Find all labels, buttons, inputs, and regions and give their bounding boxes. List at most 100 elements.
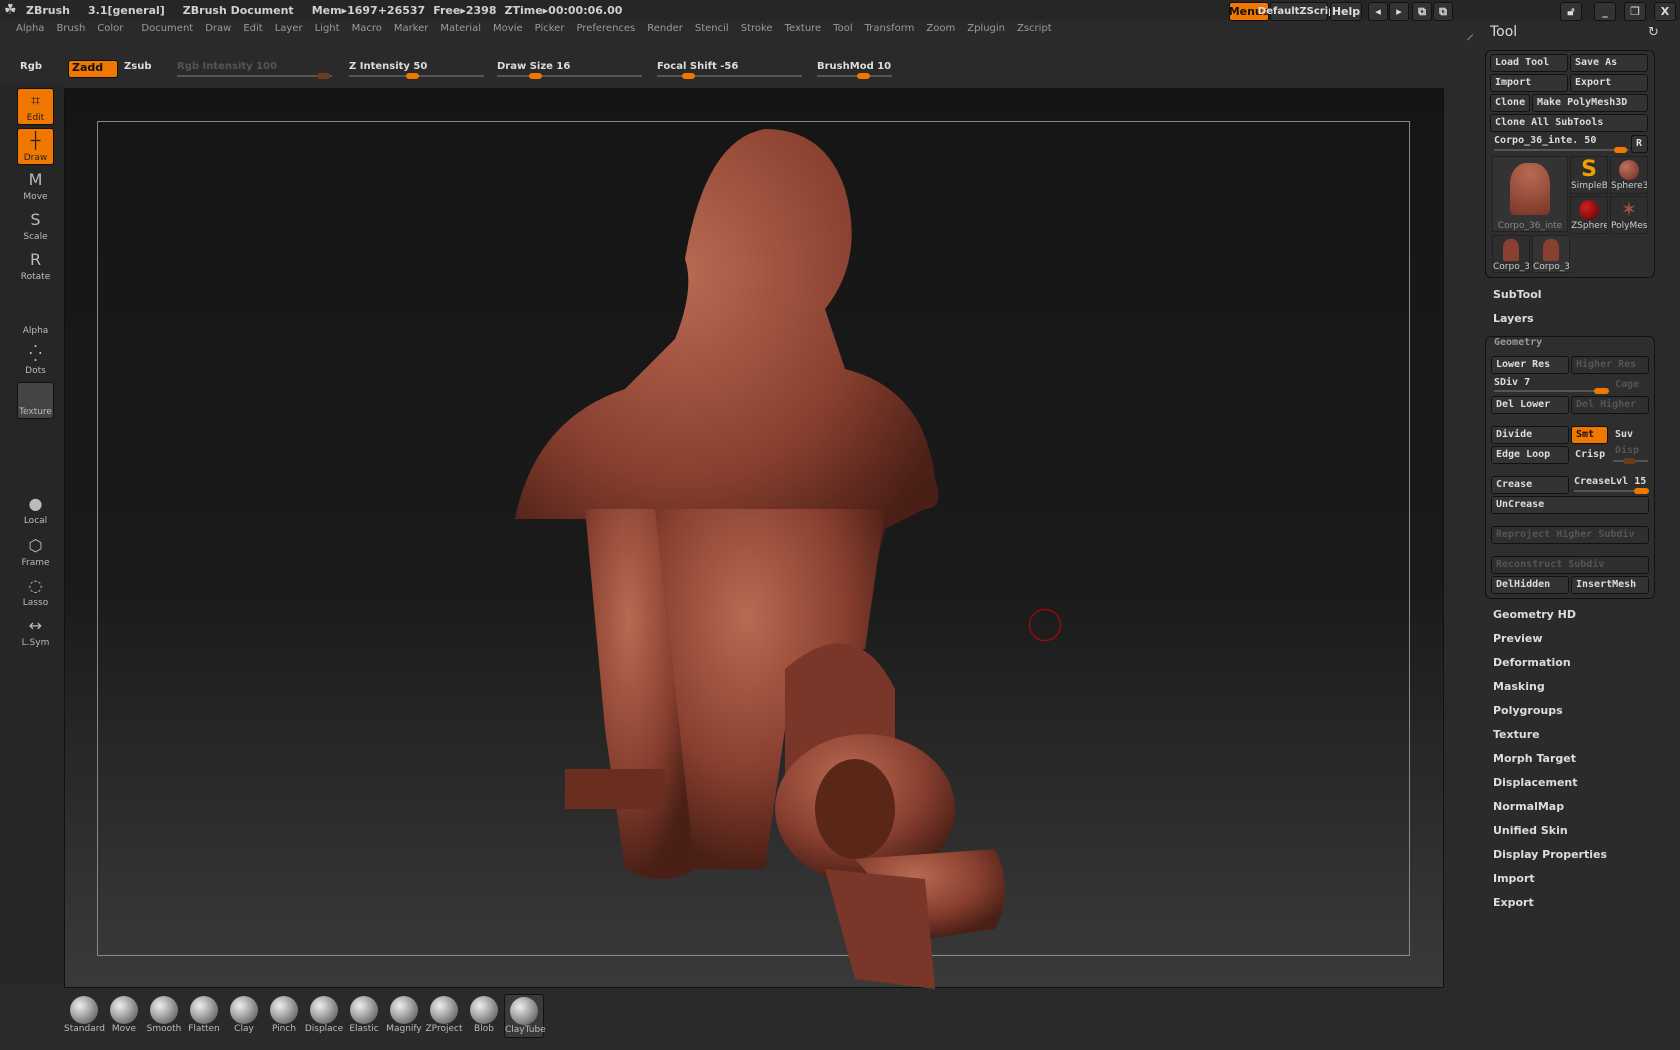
close-icon[interactable]: X	[1654, 2, 1676, 21]
brush-claytube[interactable]: ClayTube	[504, 994, 546, 1038]
tool-thumb-sphere3d[interactable]: Sphere3	[1610, 156, 1648, 194]
menu-transform[interactable]: Transform	[865, 23, 915, 41]
menu-marker[interactable]: Marker	[394, 23, 429, 41]
tool-dots[interactable]: ⁛ Dots	[17, 342, 54, 379]
brush-flatten[interactable]: Flatten	[184, 994, 224, 1038]
section-unified-skin[interactable]: Unified Skin	[1493, 824, 1568, 837]
tool-thumb-main[interactable]: Corpo_36_inte	[1492, 156, 1568, 232]
refresh-icon[interactable]: ↻	[1648, 25, 1659, 40]
menu-edit[interactable]: Edit	[243, 23, 262, 41]
brush-elastic[interactable]: Elastic	[344, 994, 384, 1038]
brush-standard[interactable]: Standard	[64, 994, 105, 1038]
restore-icon[interactable]: ❐	[1624, 2, 1646, 21]
tool-thumb-simplebrush[interactable]: S SimpleBr	[1570, 156, 1608, 194]
tool-thumb-polymesh[interactable]: ✶ PolyMes	[1610, 196, 1648, 234]
tool-rotate[interactable]: R Rotate	[17, 248, 54, 285]
crease-button[interactable]: Crease	[1491, 476, 1569, 494]
minimize-icon[interactable]: _	[1594, 2, 1616, 21]
tool-edit[interactable]: ⌗ Edit	[17, 88, 54, 125]
menu-render[interactable]: Render	[647, 23, 683, 41]
menu-macro[interactable]: Macro	[352, 23, 382, 41]
sdiv-slider[interactable]	[1494, 388, 1609, 394]
zsub-toggle[interactable]: Zsub	[124, 61, 151, 72]
zadd-toggle[interactable]: Zadd	[68, 60, 118, 78]
sculpt-model[interactable]	[65, 89, 1445, 989]
section-polygroups[interactable]: Polygroups	[1493, 704, 1563, 717]
menu-layer[interactable]: Layer	[275, 23, 303, 41]
tool-move[interactable]: M Move	[17, 168, 54, 205]
canvas-viewport[interactable]	[64, 88, 1445, 989]
save-as-button[interactable]: Save As	[1570, 54, 1648, 72]
reproject-higher-subdiv-button[interactable]: Reproject Higher Subdiv	[1491, 526, 1649, 544]
menu-zoom[interactable]: Zoom	[926, 23, 955, 41]
menu-document[interactable]: Document	[141, 23, 193, 41]
menu-zplugin[interactable]: Zplugin	[967, 23, 1005, 41]
creaselvl-slider[interactable]	[1574, 488, 1649, 494]
tool-frame[interactable]: ⬡ Frame	[17, 534, 54, 571]
geometry-title[interactable]: Geometry	[1494, 337, 1542, 348]
focal-shift-slider[interactable]	[657, 73, 802, 79]
r-button[interactable]: R	[1631, 135, 1648, 153]
uncrease-button[interactable]: UnCrease	[1491, 496, 1649, 514]
layout-prev-icon[interactable]: ⧉	[1412, 2, 1432, 21]
lock-icon[interactable]: 🔓︎	[1560, 2, 1582, 21]
menu-alpha[interactable]: Alpha	[16, 23, 44, 41]
menu-texture[interactable]: Texture	[785, 23, 822, 41]
section-texture[interactable]: Texture	[1493, 728, 1540, 741]
current-tool-slider[interactable]	[1494, 147, 1629, 153]
brush-smooth[interactable]: Smooth	[144, 994, 184, 1038]
menu-draw[interactable]: Draw	[205, 23, 231, 41]
help-button[interactable]: Help	[1330, 2, 1362, 21]
del-lower-button[interactable]: Del Lower	[1491, 396, 1569, 414]
del-higher-button[interactable]: Del Higher	[1571, 396, 1649, 414]
brush-magnify[interactable]: Magnify	[384, 994, 424, 1038]
reconstruct-subdiv-button[interactable]: Reconstruct Subdiv	[1491, 556, 1649, 574]
divide-button[interactable]: Divide	[1491, 426, 1569, 444]
tool-thumb-zsphere[interactable]: ZSphere	[1570, 196, 1608, 234]
tool-texture[interactable]: Texture	[17, 382, 54, 419]
tool-lasso[interactable]: ◌ Lasso	[17, 574, 54, 611]
layers-section[interactable]: Layers	[1493, 312, 1534, 325]
shrink-icon[interactable]: ◂	[1368, 2, 1388, 21]
crisp-toggle[interactable]: Crisp	[1575, 449, 1605, 460]
section-masking[interactable]: Masking	[1493, 680, 1545, 693]
menu-movie[interactable]: Movie	[493, 23, 523, 41]
export-button[interactable]: Export	[1570, 74, 1648, 92]
brush-move[interactable]: Move	[104, 994, 144, 1038]
menu-stencil[interactable]: Stencil	[695, 23, 729, 41]
rgb-intensity-slider[interactable]	[177, 73, 332, 79]
edge-loop-button[interactable]: Edge Loop	[1491, 446, 1569, 464]
lower-res-button[interactable]: Lower Res	[1491, 356, 1569, 374]
tool-lsym[interactable]: ↔ L.Sym	[17, 614, 54, 651]
delhidden-button[interactable]: DelHidden	[1491, 576, 1569, 594]
import-button[interactable]: Import	[1490, 74, 1568, 92]
section-geometry-hd[interactable]: Geometry HD	[1493, 608, 1576, 621]
menu-preferences[interactable]: Preferences	[576, 23, 635, 41]
higher-res-button[interactable]: Higher Res	[1571, 356, 1649, 374]
disp-slider[interactable]	[1613, 458, 1648, 464]
make-polymesh-button[interactable]: Make PolyMesh3D	[1532, 94, 1648, 112]
menu-color[interactable]: Color	[97, 23, 123, 41]
section-deformation[interactable]: Deformation	[1493, 656, 1571, 669]
draw-size-slider[interactable]	[497, 73, 642, 79]
section-import[interactable]: Import	[1493, 872, 1535, 885]
load-tool-button[interactable]: Load Tool	[1490, 54, 1568, 72]
subtool-section[interactable]: SubTool	[1493, 288, 1542, 301]
section-preview[interactable]: Preview	[1493, 632, 1543, 645]
menu-zscript[interactable]: Zscript	[1017, 23, 1052, 41]
tool-palette-title[interactable]: Tool	[1490, 24, 1517, 40]
expand-icon[interactable]: ▸	[1389, 2, 1409, 21]
insertmesh-button[interactable]: InsertMesh	[1571, 576, 1649, 594]
menu-material[interactable]: Material	[440, 23, 481, 41]
rgb-toggle[interactable]: Rgb	[20, 61, 42, 72]
tool-draw[interactable]: ┼ Draw	[17, 128, 54, 165]
brush-displace[interactable]: Displace	[304, 994, 344, 1038]
brush-zproject[interactable]: ZProject	[424, 994, 464, 1038]
suv-toggle[interactable]: Suv	[1615, 429, 1633, 440]
tool-thumb-corpo-2[interactable]: Corpo_3	[1532, 235, 1570, 273]
section-display-properties[interactable]: Display Properties	[1493, 848, 1607, 861]
cage-button[interactable]: Cage	[1615, 379, 1639, 390]
clone-button[interactable]: Clone	[1490, 94, 1530, 112]
brush-clay[interactable]: Clay	[224, 994, 264, 1038]
menu-light[interactable]: Light	[315, 23, 340, 41]
